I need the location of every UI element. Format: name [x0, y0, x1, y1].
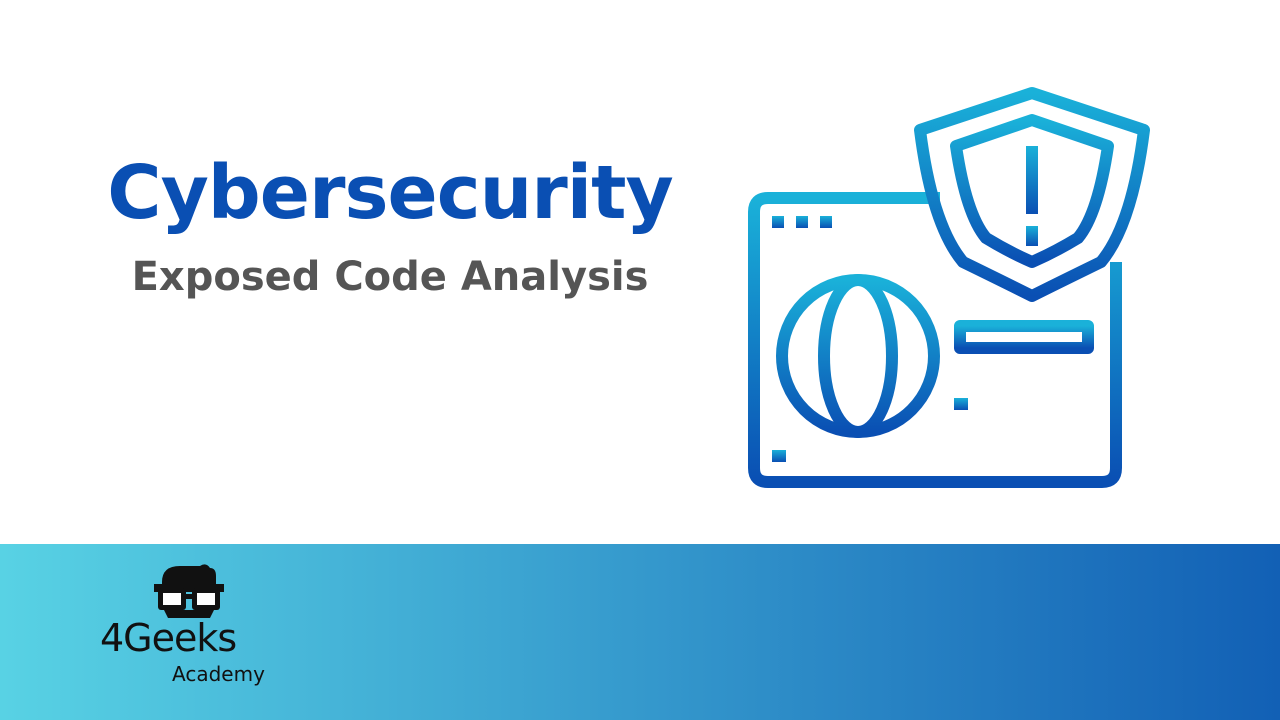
slide-title: Cybersecurity: [107, 150, 673, 236]
slide: Cybersecurity Exposed Code Analysis 4Gee…: [0, 0, 1280, 720]
logo: 4Geeks Academy: [100, 562, 290, 692]
logo-sub-text: Academy: [172, 662, 265, 686]
title-block: Cybersecurity Exposed Code Analysis: [60, 148, 720, 302]
slide-subtitle: Exposed Code Analysis: [131, 254, 649, 300]
geek-mascot-icon: [154, 564, 224, 618]
logo-main-text: 4Geeks: [100, 616, 237, 660]
browser-shield-globe-icon: [748, 87, 1150, 488]
